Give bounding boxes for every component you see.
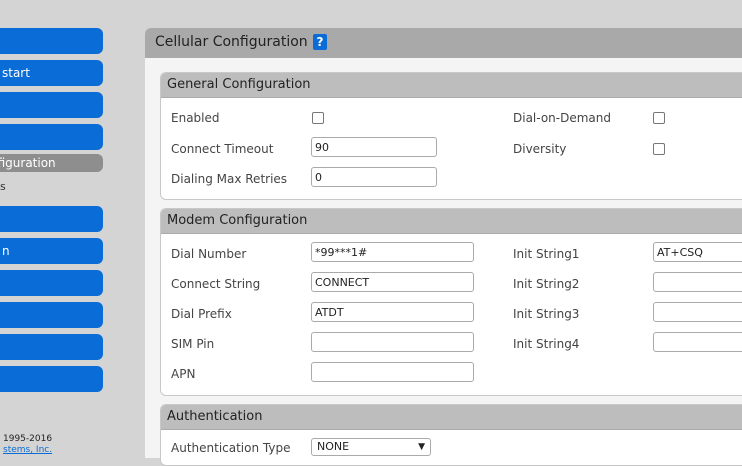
section-title: Authentication [161, 405, 742, 430]
connect-timeout-input[interactable]: 90 [311, 137, 437, 157]
help-icon[interactable]: ? [313, 34, 327, 50]
sidebar-item-label: n [2, 244, 10, 258]
copyright-text: 1995-2016 [3, 434, 53, 444]
enabled-label: Enabled [171, 111, 220, 125]
connect-string-input[interactable]: CONNECT [311, 272, 474, 292]
modem-configuration-section: Modem Configuration Dial Number *99***1#… [160, 208, 742, 396]
init-string1-input[interactable]: AT+CSQ [653, 242, 742, 262]
init-string4-input[interactable] [653, 332, 742, 352]
init-string1-label: Init String1 [513, 247, 580, 261]
company-link[interactable]: stems, Inc. [3, 445, 52, 455]
init-string3-label: Init String3 [513, 307, 580, 321]
sidebar-subitem[interactable]: s [0, 180, 6, 193]
apn-input[interactable] [311, 362, 474, 382]
sidebar-item-1[interactable] [0, 28, 103, 54]
dial-on-demand-label: Dial-on-Demand [513, 111, 611, 125]
page-title: Cellular Configuration [155, 34, 308, 50]
sidebar-item-2[interactable]: start [0, 60, 103, 86]
connect-string-label: Connect String [171, 277, 261, 291]
sidebar-item-10[interactable] [0, 334, 103, 360]
sidebar-item-configuration[interactable]: nfiguration [0, 154, 103, 172]
enabled-checkbox[interactable] [312, 112, 324, 124]
sidebar-item-7[interactable]: n [0, 238, 103, 264]
connect-timeout-label: Connect Timeout [171, 142, 274, 156]
init-string3-input[interactable] [653, 302, 742, 322]
authentication-type-label: Authentication Type [171, 441, 291, 455]
init-string2-label: Init String2 [513, 277, 580, 291]
sim-pin-input[interactable] [311, 332, 474, 352]
sidebar-item-11[interactable] [0, 366, 103, 392]
section-title: General Configuration [161, 73, 742, 98]
sidebar-item-label: start [2, 66, 30, 80]
sidebar-item-9[interactable] [0, 302, 103, 328]
general-configuration-section: General Configuration Enabled Dial-on-De… [160, 72, 742, 200]
diversity-label: Diversity [513, 142, 567, 156]
sim-pin-label: SIM Pin [171, 337, 215, 351]
authentication-section: Authentication Authentication Type NONE … [160, 404, 742, 466]
sidebar-item-8[interactable] [0, 270, 103, 296]
diversity-checkbox[interactable] [653, 143, 665, 155]
init-string2-input[interactable] [653, 272, 742, 292]
authentication-type-select[interactable]: NONE ▼ [311, 438, 431, 456]
dropdown-arrow-icon: ▼ [418, 442, 425, 452]
section-title: Modem Configuration [161, 209, 742, 234]
dialing-max-retries-label: Dialing Max Retries [171, 172, 288, 186]
sidebar-item-3[interactable] [0, 92, 103, 118]
apn-label: APN [171, 367, 196, 381]
sidebar: start nfiguration s n [0, 20, 145, 450]
main-panel: Cellular Configuration ? General Configu… [145, 28, 742, 466]
dial-prefix-label: Dial Prefix [171, 307, 232, 321]
main-header: Cellular Configuration ? [145, 28, 742, 58]
sidebar-item-6[interactable] [0, 206, 103, 232]
top-bar [0, 0, 742, 20]
authentication-type-value: NONE [317, 440, 350, 453]
dial-on-demand-checkbox[interactable] [653, 112, 665, 124]
dial-number-input[interactable]: *99***1# [311, 242, 474, 262]
init-string4-label: Init String4 [513, 337, 580, 351]
dial-number-label: Dial Number [171, 247, 247, 261]
sidebar-item-4[interactable] [0, 124, 103, 150]
dial-prefix-input[interactable]: ATDT [311, 302, 474, 322]
dialing-max-retries-input[interactable]: 0 [311, 167, 437, 187]
sidebar-item-label: nfiguration [0, 156, 56, 170]
